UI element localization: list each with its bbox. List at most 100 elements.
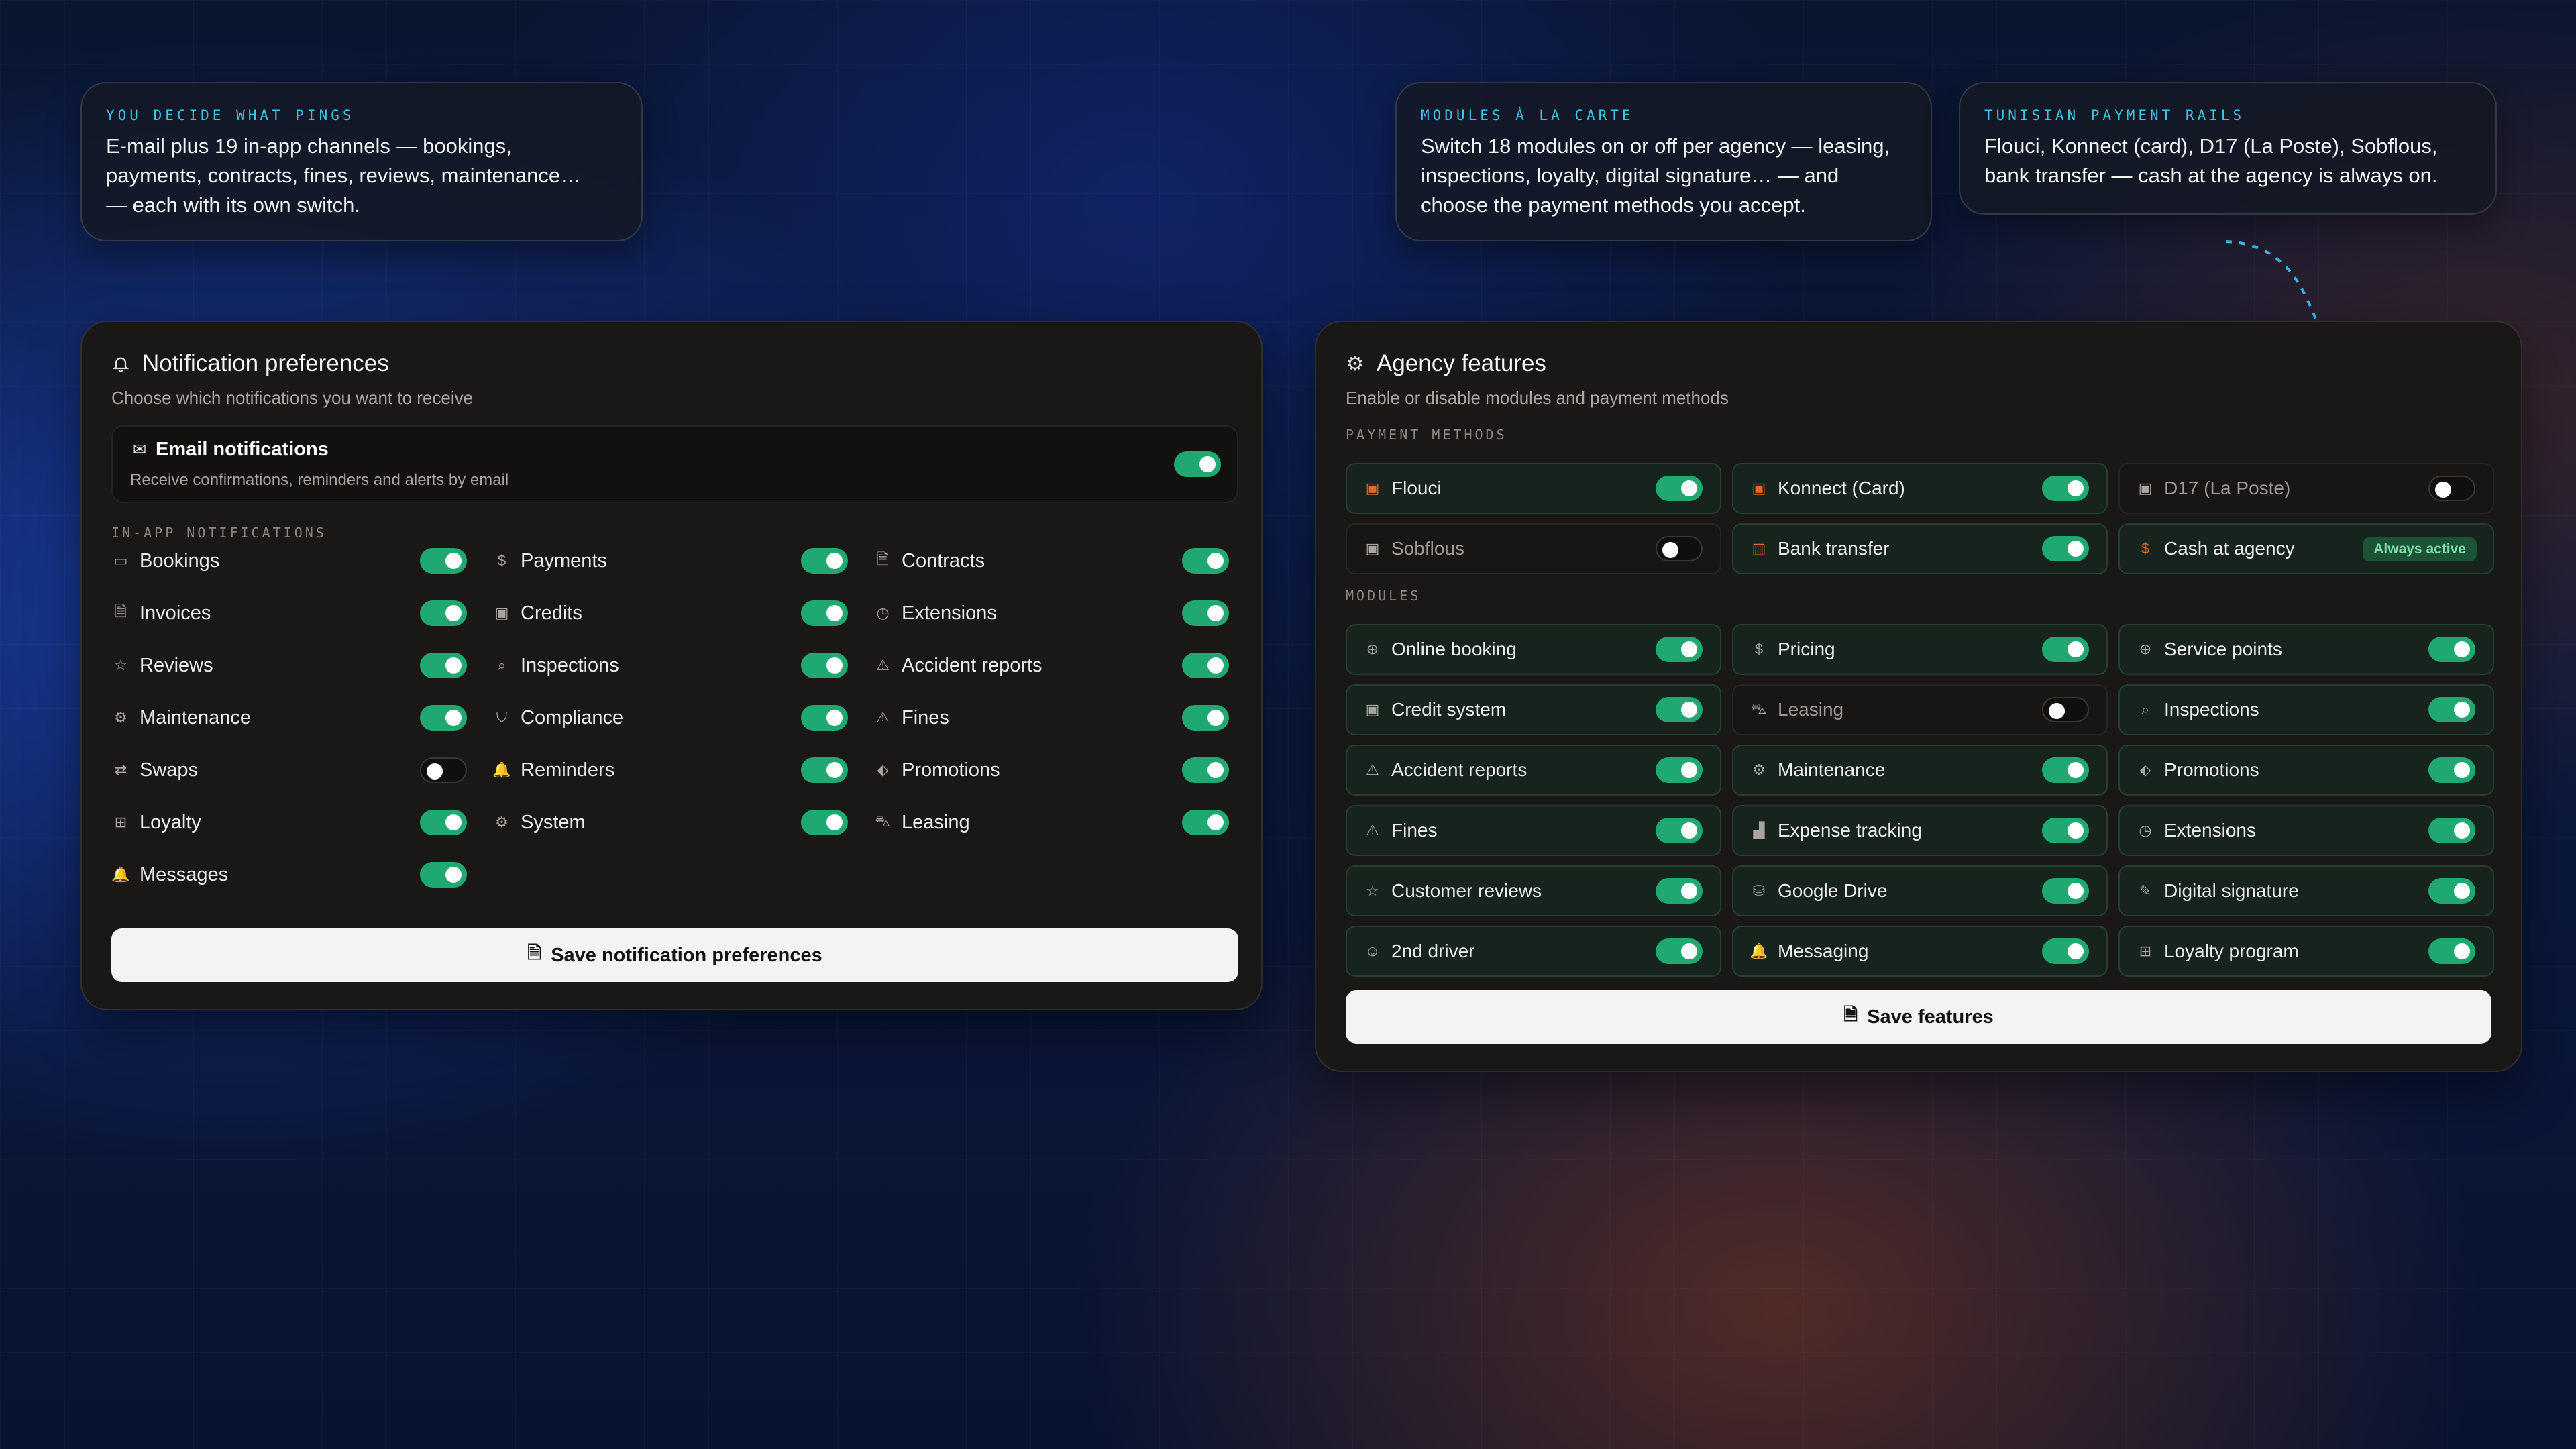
- save-notification-preferences-button[interactable]: 🗎 Save notification preferences: [111, 928, 1238, 982]
- notification-toggle-messages[interactable]: [420, 862, 467, 888]
- module-card-leasing[interactable]: ⛍ Leasing: [1732, 684, 2108, 735]
- notification-label: Inspections: [521, 654, 619, 676]
- save-features-button[interactable]: 🗎 Save features: [1346, 990, 2491, 1044]
- swap-icon: ⇄: [114, 761, 127, 778]
- module-label-text: Maintenance: [1778, 759, 1886, 780]
- notification-toggle-bookings[interactable]: [420, 548, 467, 574]
- notification-label: Accident reports: [902, 654, 1042, 676]
- module-label-text: Online booking: [1391, 639, 1517, 659]
- notification-toggle-reviews[interactable]: [420, 653, 467, 678]
- notification-toggle-inspections[interactable]: [801, 653, 848, 678]
- email-notifications-toggle[interactable]: [1174, 451, 1221, 477]
- module-label-text: Messaging: [1778, 941, 1869, 961]
- payment-card-bank-transfer[interactable]: ▥ Bank transfer: [1732, 523, 2108, 574]
- payment-toggle-konnect-card[interactable]: [2042, 476, 2089, 501]
- payment-toggle-flouci[interactable]: [1656, 476, 1703, 501]
- warning-icon: ⚠: [1366, 822, 1379, 839]
- module-toggle-google-drive[interactable]: [2042, 878, 2089, 904]
- payment-label-text: D17 (La Poste): [2164, 478, 2291, 498]
- notification-item-contracts: 🗎 Contracts: [873, 547, 985, 574]
- payment-toggle-sobflous[interactable]: [1656, 536, 1703, 561]
- module-toggle-inspections[interactable]: [2428, 697, 2475, 722]
- payment-card-sobflous[interactable]: ▣ Sobflous: [1346, 523, 1721, 574]
- module-label-text: Google Drive: [1778, 880, 1888, 901]
- callout-line: payments, contracts, fines, reviews, mai…: [106, 164, 582, 187]
- tag-icon: ⬖: [2139, 761, 2151, 778]
- module-card-accident-reports[interactable]: ⚠ Accident reports: [1346, 745, 1721, 796]
- module-toggle-promotions[interactable]: [2428, 757, 2475, 783]
- notification-toggle-compliance[interactable]: [801, 705, 848, 731]
- module-card-customer-reviews[interactable]: ☆ Customer reviews: [1346, 865, 1721, 916]
- payment-label-text: Sobflous: [1391, 538, 1464, 559]
- module-card-service-points[interactable]: ⊕ Service points: [2118, 624, 2494, 675]
- module-toggle-accident-reports[interactable]: [1656, 757, 1703, 783]
- module-toggle-maintenance[interactable]: [2042, 757, 2089, 783]
- notification-toggle-extensions[interactable]: [1182, 600, 1229, 626]
- payment-card-cash-at-agency[interactable]: $ Cash at agency Always active: [2118, 523, 2494, 574]
- notification-toggle-invoices[interactable]: [420, 600, 467, 626]
- module-label-text: Expense tracking: [1778, 820, 1922, 841]
- payment-card-flouci[interactable]: ▣ Flouci: [1346, 463, 1721, 514]
- mail-off-icon: ✉: [132, 441, 147, 459]
- module-card-digital-signature[interactable]: ✎ Digital signature: [2118, 865, 2494, 916]
- module-toggle-leasing[interactable]: [2042, 697, 2089, 722]
- module-card-maintenance[interactable]: ⚙ Maintenance: [1732, 745, 2108, 796]
- gift-icon: ⊞: [114, 814, 127, 830]
- module-card-expense-tracking[interactable]: ▟ Expense tracking: [1732, 805, 2108, 856]
- module-card-google-drive[interactable]: ⛁ Google Drive: [1732, 865, 2108, 916]
- module-card-credit-system[interactable]: ▣ Credit system: [1346, 684, 1721, 735]
- module-card-promotions[interactable]: ⬖ Promotions: [2118, 745, 2494, 796]
- module-card-loyalty-program[interactable]: ⊞ Loyalty program: [2118, 926, 2494, 977]
- module-card-2nd-driver[interactable]: ☺ 2nd driver: [1346, 926, 1721, 977]
- notification-toggle-contracts[interactable]: [1182, 548, 1229, 574]
- module-toggle-2nd-driver[interactable]: [1656, 938, 1703, 964]
- module-toggle-service-points[interactable]: [2428, 637, 2475, 662]
- module-toggle-messaging[interactable]: [2042, 938, 2089, 964]
- module-toggle-digital-signature[interactable]: [2428, 878, 2475, 904]
- module-card-online-booking[interactable]: ⊕ Online booking: [1346, 624, 1721, 675]
- car-icon: ⛍: [1751, 700, 1767, 717]
- module-toggle-online-booking[interactable]: [1656, 637, 1703, 662]
- payment-card-d17-la-poste[interactable]: ▣ D17 (La Poste): [2118, 463, 2494, 514]
- module-card-fines[interactable]: ⚠ Fines: [1346, 805, 1721, 856]
- notification-toggle-maintenance[interactable]: [420, 705, 467, 731]
- module-toggle-credit-system[interactable]: [1656, 697, 1703, 722]
- callout-notifications: YOU DECIDE WHAT PINGS E-mail plus 19 in-…: [80, 82, 643, 241]
- wallet-icon: ▣: [1365, 480, 1380, 496]
- notification-toggle-accident-reports[interactable]: [1182, 653, 1229, 678]
- notification-toggle-payments[interactable]: [801, 548, 848, 574]
- payment-toggle-bank-transfer[interactable]: [2042, 536, 2089, 561]
- notification-toggle-reminders[interactable]: [801, 757, 848, 783]
- notification-label: Compliance: [521, 706, 624, 729]
- module-toggle-pricing[interactable]: [2042, 637, 2089, 662]
- module-toggle-expense-tracking[interactable]: [2042, 818, 2089, 843]
- notification-toggle-leasing[interactable]: [1182, 810, 1229, 835]
- notification-label: Fines: [902, 706, 949, 729]
- notification-item-reminders: 🔔 Reminders: [492, 757, 614, 784]
- module-card-extensions[interactable]: ◷ Extensions: [2118, 805, 2494, 856]
- notification-toggle-credits[interactable]: [801, 600, 848, 626]
- module-toggle-extensions[interactable]: [2428, 818, 2475, 843]
- module-card-label: ☺ 2nd driver: [1363, 927, 1475, 975]
- email-title: ✉ Email notifications: [130, 439, 329, 461]
- module-card-inspections[interactable]: ⌕ Inspections: [2118, 684, 2494, 735]
- module-label-text: Promotions: [2164, 759, 2259, 780]
- module-card-label: ⬖ Promotions: [2136, 746, 2259, 794]
- notification-toggle-swaps[interactable]: [420, 757, 467, 783]
- module-card-label: ⊕ Service points: [2136, 625, 2282, 674]
- notification-toggle-system[interactable]: [801, 810, 848, 835]
- module-card-label: ⚠ Fines: [1363, 806, 1437, 855]
- module-toggle-customer-reviews[interactable]: [1656, 878, 1703, 904]
- payment-label-text: Cash at agency: [2164, 538, 2295, 559]
- module-card-messaging[interactable]: 🔔 Messaging: [1732, 926, 2108, 977]
- module-toggle-fines[interactable]: [1656, 818, 1703, 843]
- notification-toggle-loyalty[interactable]: [420, 810, 467, 835]
- payment-toggle-d17-la-poste[interactable]: [2428, 476, 2475, 501]
- module-toggle-loyalty-program[interactable]: [2428, 938, 2475, 964]
- payment-card-konnect-card[interactable]: ▣ Konnect (Card): [1732, 463, 2108, 514]
- notification-label: Maintenance: [140, 706, 252, 729]
- notification-toggle-promotions[interactable]: [1182, 757, 1229, 783]
- notification-toggle-fines[interactable]: [1182, 705, 1229, 731]
- module-card-pricing[interactable]: $ Pricing: [1732, 624, 2108, 675]
- gear-icon: ⚙: [1346, 352, 1364, 375]
